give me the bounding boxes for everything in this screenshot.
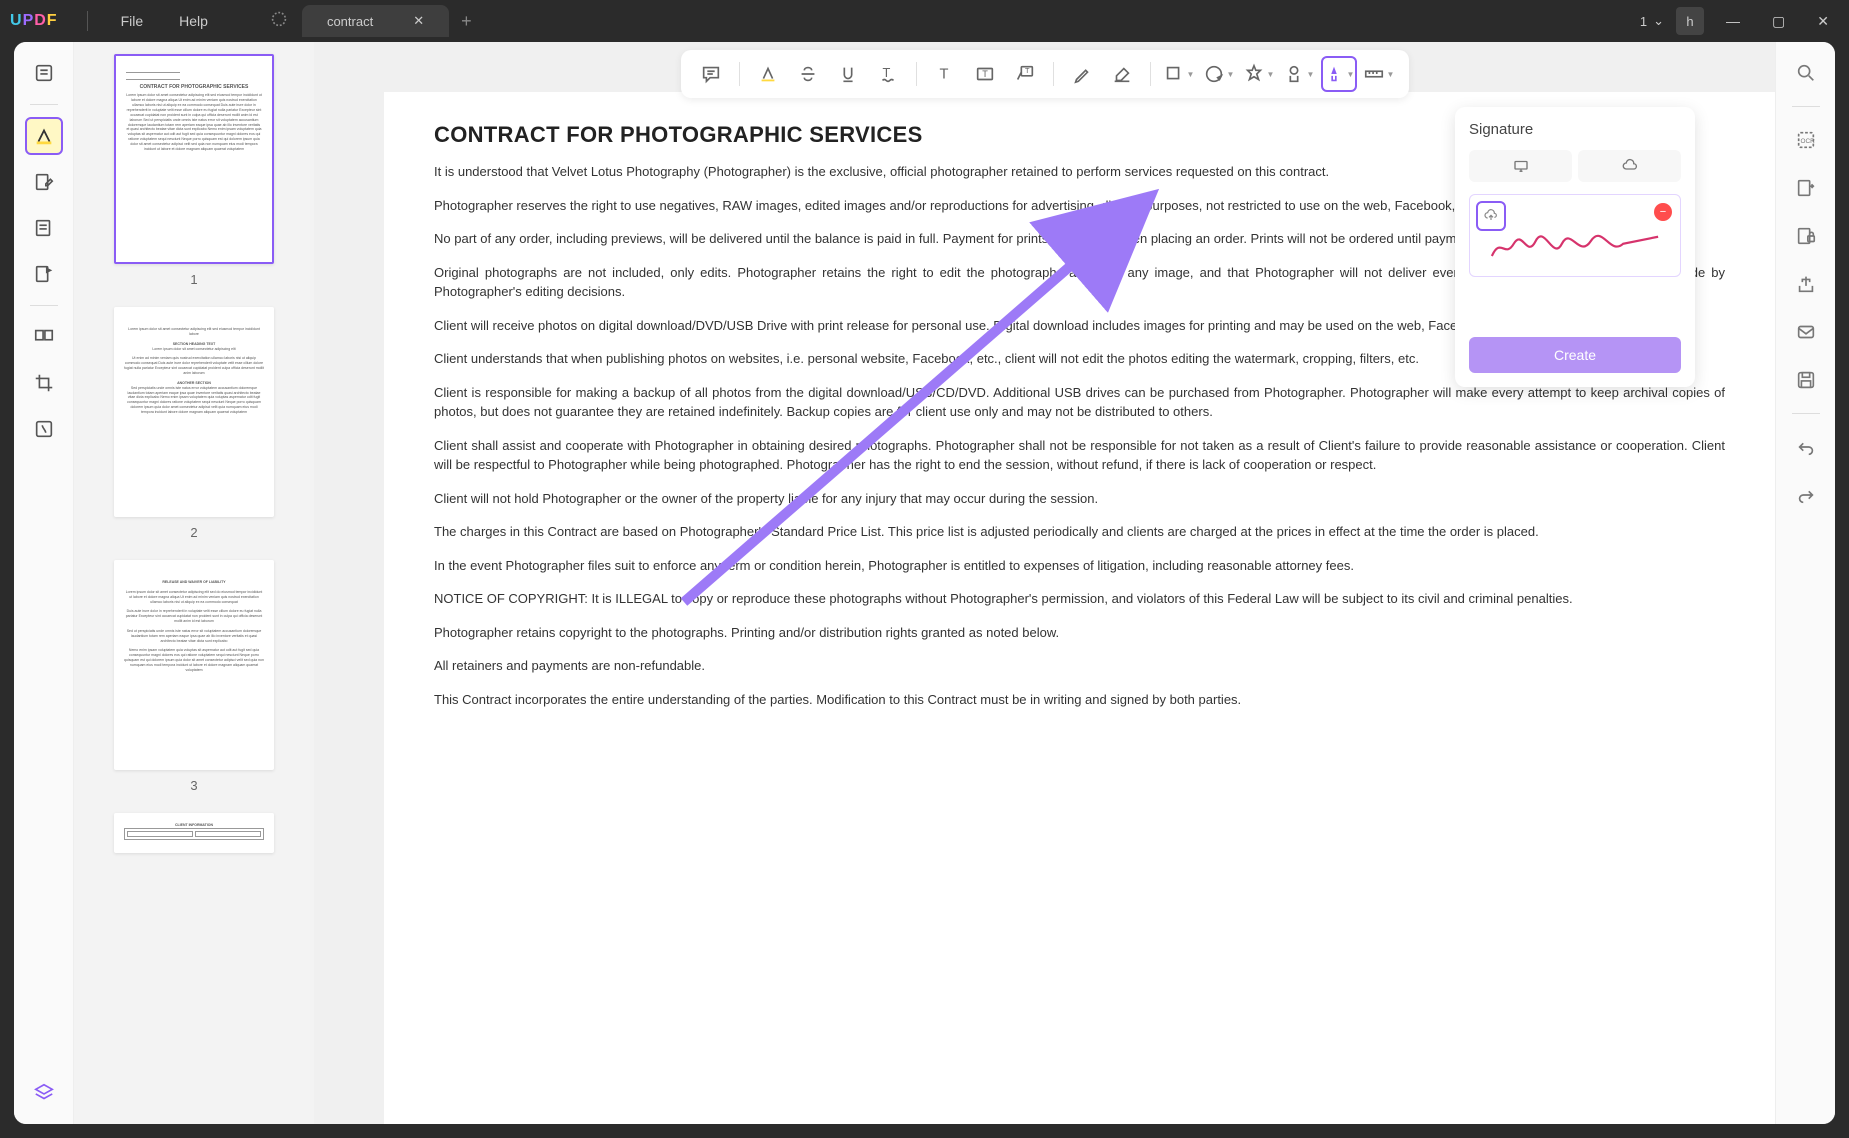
squiggly-tool-icon[interactable]: T <box>870 56 906 92</box>
svg-text:T: T <box>982 69 988 79</box>
signature-tool-icon[interactable]: ▼ <box>1321 56 1357 92</box>
thumb-label-3: 3 <box>104 778 284 793</box>
doc-paragraph: Client is responsible for making a backu… <box>434 383 1725 422</box>
svg-text:T: T <box>882 65 890 80</box>
doc-paragraph: NOTICE OF COPYRIGHT: It is ILLEGAL to co… <box>434 589 1725 609</box>
layers-icon[interactable] <box>25 1074 63 1112</box>
doc-paragraph: Client will not hold Photographer or the… <box>434 489 1725 509</box>
divider <box>87 11 88 31</box>
underline-tool-icon[interactable] <box>830 56 866 92</box>
note-tool-icon[interactable] <box>693 56 729 92</box>
comment-tool-icon[interactable] <box>25 117 63 155</box>
doc-paragraph: Client shall assist and cooperate with P… <box>434 436 1725 475</box>
minimize-button[interactable]: — <box>1716 7 1750 35</box>
signature-preview[interactable]: − <box>1469 194 1681 277</box>
shape-tool-icon[interactable]: ▼ <box>1161 56 1197 92</box>
create-signature-button[interactable]: Create <box>1469 337 1681 373</box>
thumbnail-4[interactable]: CLIENT INFORMATION <box>104 813 284 853</box>
doc-paragraph: In the event Photographer files suit to … <box>434 556 1725 576</box>
highlight-tool-icon[interactable] <box>750 56 786 92</box>
sticker-tool-icon[interactable]: ▼ <box>1201 56 1237 92</box>
email-icon[interactable] <box>1787 313 1825 351</box>
doc-paragraph: All retainers and payments are non-refun… <box>434 656 1725 676</box>
maximize-button[interactable]: ▢ <box>1762 7 1795 36</box>
delete-signature-icon[interactable]: − <box>1654 203 1672 221</box>
reader-mode-icon[interactable] <box>25 54 63 92</box>
app-logo: UPDF <box>10 12 57 30</box>
share-icon[interactable] <box>1787 265 1825 303</box>
close-tab-icon[interactable]: ✕ <box>413 13 424 29</box>
save-icon[interactable] <box>1787 361 1825 399</box>
page-tools-icon[interactable] <box>25 209 63 247</box>
redact-icon[interactable] <box>25 410 63 448</box>
left-rail <box>14 42 74 1124</box>
upload-signature-icon[interactable] <box>1476 201 1506 231</box>
text-tool-icon[interactable]: T <box>927 56 963 92</box>
doc-paragraph: The charges in this Contract are based o… <box>434 522 1725 542</box>
chevron-down-icon: ⌄ <box>1653 13 1664 29</box>
document-area: T T T T ▼ ▼ ▼ ▼ ▼ ▼ CONTRACT FOR PHOTOGR… <box>314 42 1775 1124</box>
signature-panel: Signature − Create <box>1455 107 1695 387</box>
protect-icon[interactable] <box>1787 217 1825 255</box>
close-button[interactable]: ✕ <box>1807 7 1839 36</box>
document-tab[interactable]: contract ✕ <box>302 5 449 37</box>
thumbnail-3[interactable]: RELEASE AND WAIVER OF LIABILITYLorem ips… <box>104 560 284 793</box>
textbox-tool-icon[interactable]: T <box>967 56 1003 92</box>
redo-icon[interactable] <box>1787 476 1825 514</box>
user-avatar[interactable]: h <box>1676 7 1704 35</box>
tab-label: contract <box>327 14 373 29</box>
title-bar: UPDF File Help contract ✕ + 1 ⌄ h — ▢ ✕ <box>0 0 1849 42</box>
thumbnail-panel[interactable]: CONTRACT FOR PHOTOGRAPHIC SERVICES Lorem… <box>74 42 314 1124</box>
undo-icon[interactable] <box>1787 428 1825 466</box>
eraser-tool-icon[interactable] <box>1104 56 1140 92</box>
organize-icon[interactable] <box>25 318 63 356</box>
ocr-icon[interactable]: OCR <box>1787 121 1825 159</box>
search-icon[interactable] <box>1787 54 1825 92</box>
signature-panel-title: Signature <box>1469 121 1681 138</box>
crop-icon[interactable] <box>25 364 63 402</box>
stamp-tool-icon[interactable]: ▼ <box>1241 56 1277 92</box>
measure-tool-icon[interactable]: ▼ <box>1361 56 1397 92</box>
convert-icon[interactable] <box>1787 169 1825 207</box>
form-tool-icon[interactable] <box>25 255 63 293</box>
strikethrough-tool-icon[interactable] <box>790 56 826 92</box>
right-rail: OCR <box>1775 42 1835 1124</box>
main-container: CONTRACT FOR PHOTOGRAPHIC SERVICES Lorem… <box>14 42 1835 1124</box>
signature-scribble <box>1478 228 1672 263</box>
annotation-toolbar: T T T T ▼ ▼ ▼ ▼ ▼ ▼ <box>681 50 1409 98</box>
home-tab-icon[interactable] <box>256 0 302 43</box>
callout-tool-icon[interactable]: T <box>1007 56 1043 92</box>
edit-pdf-icon[interactable] <box>25 163 63 201</box>
thumbnail-2[interactable]: Lorem ipsum dolor sit amet consectetur a… <box>104 307 284 540</box>
menu-help[interactable]: Help <box>161 13 226 29</box>
doc-paragraph: This Contract incorporates the entire un… <box>434 690 1725 710</box>
thumb-label-2: 2 <box>104 525 284 540</box>
svg-text:T: T <box>939 67 948 83</box>
thumbnail-1[interactable]: CONTRACT FOR PHOTOGRAPHIC SERVICES Lorem… <box>104 54 284 287</box>
doc-paragraph: Photographer retains copyright to the ph… <box>434 623 1725 643</box>
page-indicator[interactable]: 1 ⌄ <box>1640 13 1664 29</box>
svg-text:T: T <box>1025 66 1030 75</box>
svg-text:OCR: OCR <box>1800 138 1815 145</box>
thumb-label-1: 1 <box>104 272 284 287</box>
attachment-tool-icon[interactable]: ▼ <box>1281 56 1317 92</box>
signature-tab-cloud[interactable] <box>1578 150 1681 182</box>
pencil-tool-icon[interactable] <box>1064 56 1100 92</box>
signature-tab-local[interactable] <box>1469 150 1572 182</box>
menu-file[interactable]: File <box>103 13 162 29</box>
new-tab-button[interactable]: + <box>449 3 484 40</box>
